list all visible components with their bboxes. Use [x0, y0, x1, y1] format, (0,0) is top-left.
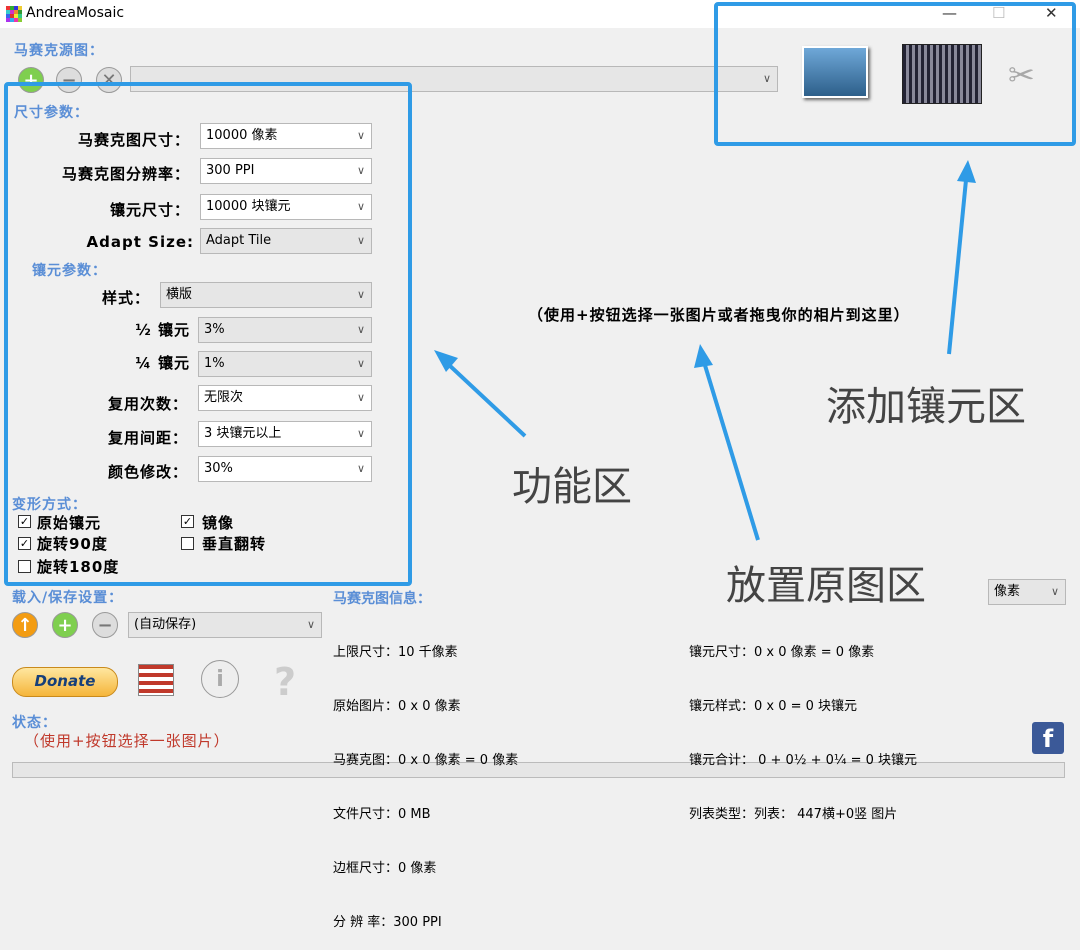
mosaic-info-line: 上限尺寸：10 千像素 — [333, 645, 458, 660]
tile-info-line: 镶元样式：0 x 0 = 0 块镶元 — [689, 699, 858, 714]
unit-select[interactable]: 像素 ∨ — [988, 579, 1066, 605]
mosaic-info-line: 文件尺寸：0 MB — [333, 807, 431, 822]
arrowhead-icon — [694, 344, 713, 368]
mosaic-info-line: 原始图片：0 x 0 像素 — [333, 699, 461, 714]
mosaic-info-title: 马赛克图信息： — [333, 591, 431, 607]
arrow-to-function-area — [446, 362, 527, 438]
mosaic-info-line: 马赛克图：0 x 0 像素 = 0 像素 — [333, 753, 519, 768]
mosaic-info-list: 上限尺寸：10 千像素 原始图片：0 x 0 像素 马赛克图：0 x 0 像素 … — [333, 608, 518, 950]
arrow-to-source-area — [702, 361, 760, 541]
tile-info-line: 镶元尺寸：0 x 0 像素 = 0 像素 — [689, 645, 875, 660]
tile-info-line: 镶元合计： 0 + 0½ + 0¼ = 0 块镶元 — [689, 753, 918, 768]
annotation-arrows — [434, 160, 976, 541]
tile-info-list: 镶元尺寸：0 x 0 像素 = 0 像素 镶元样式：0 x 0 = 0 块镶元 … — [689, 608, 917, 842]
mosaic-info-line: 分 辨 率：300 PPI — [333, 915, 442, 930]
chevron-down-icon: ∨ — [1050, 585, 1059, 598]
arrow-to-add-tile-area — [947, 179, 968, 355]
unit-select-value: 像素 — [994, 584, 1021, 599]
mosaic-info-line: 边框尺寸：0 像素 — [333, 861, 437, 876]
tile-info-line: 列表类型：列表： 447横+0竖 图片 — [689, 807, 898, 822]
arrowhead-icon — [957, 160, 976, 183]
